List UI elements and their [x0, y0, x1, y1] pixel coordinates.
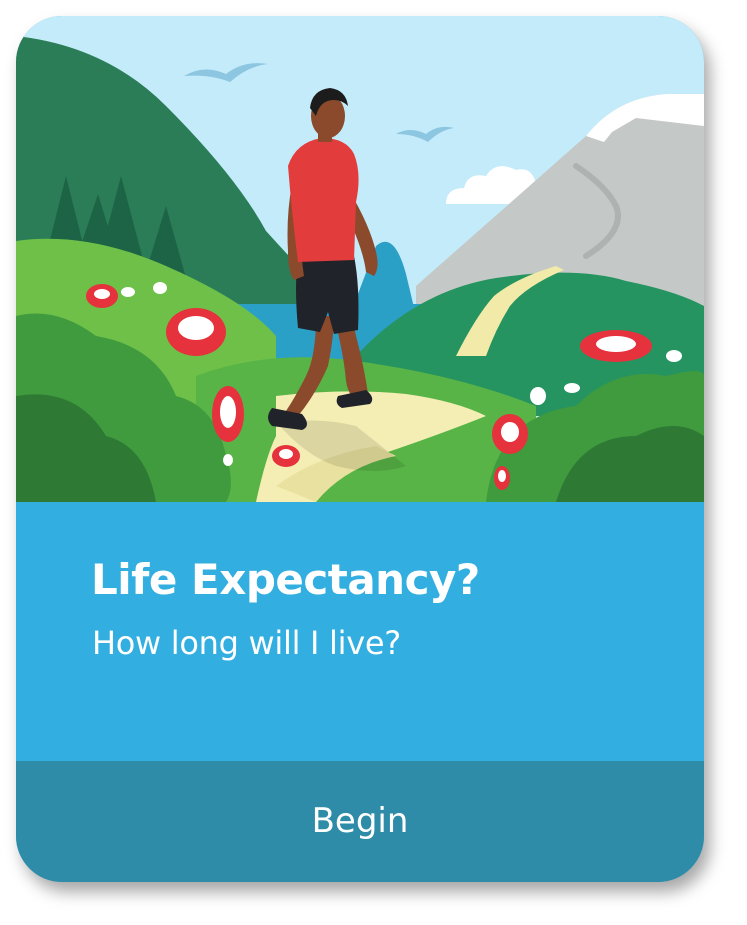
begin-button[interactable]: Begin — [16, 761, 704, 882]
landscape-illustration — [16, 16, 704, 502]
flower-icon — [580, 330, 652, 362]
life-expectancy-card: Life Expectancy? How long will I live? B… — [16, 16, 704, 882]
info-panel: Life Expectancy? How long will I live? — [16, 502, 704, 761]
flower-icon — [492, 414, 528, 454]
card-title: Life Expectancy? — [91, 555, 480, 604]
flower-icon — [212, 386, 244, 442]
card-subtitle: How long will I live? — [92, 624, 401, 662]
flower-icon — [166, 308, 226, 356]
flower-icon — [494, 466, 510, 490]
flower-icon — [272, 445, 300, 467]
flower-icon — [86, 284, 118, 308]
